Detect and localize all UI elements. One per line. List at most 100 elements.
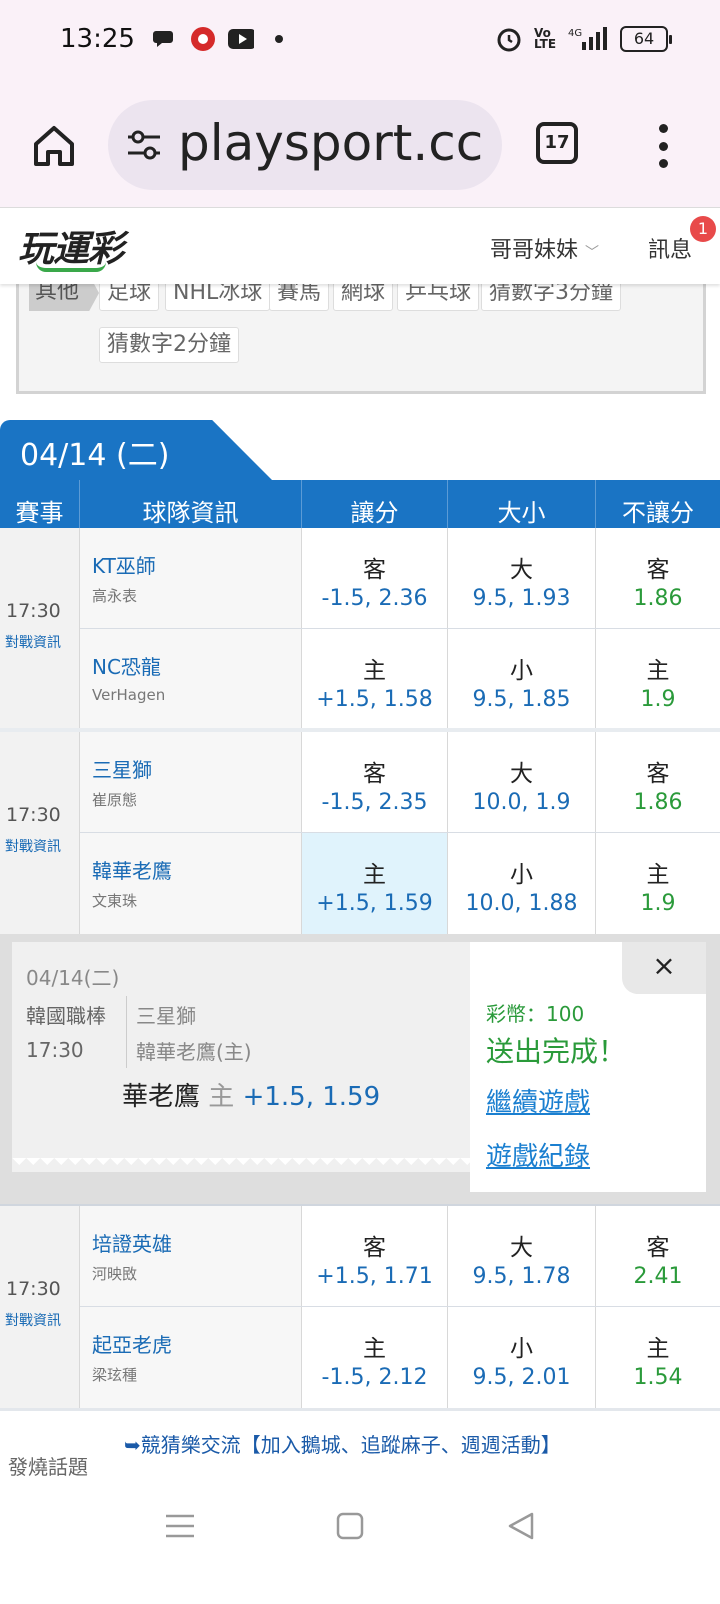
spread-odds[interactable]: 主 -1.5, 2.12 xyxy=(302,1307,448,1408)
home-nav-icon[interactable] xyxy=(330,1506,370,1546)
team-name[interactable]: KT巫師 xyxy=(92,550,301,579)
user-menu[interactable]: 哥哥妹妹 ﹀ xyxy=(490,232,599,264)
volte-icon: Vo LTE xyxy=(533,26,557,51)
match-time-cell: 17:30 對戰資訊 xyxy=(0,528,80,730)
hot-topic-link[interactable]: ➥競猜樂交流【加入鵝城、追蹤麻子、週週活動】 xyxy=(124,1429,561,1458)
date-tab[interactable]: 04/14 (二) xyxy=(0,420,272,480)
ticket-away-team: 三星獅 xyxy=(136,1004,196,1028)
system-navigation-bar xyxy=(0,1476,720,1604)
bet-ticket: 04/14(二) 韓國職棒 17:30 三星獅 韓華老鷹(主) 華老鷹 主 +1… xyxy=(12,942,470,1172)
chevron-down-icon: ﹀ xyxy=(585,245,600,261)
app-icon xyxy=(190,26,216,52)
ticket-date: 04/14(二) xyxy=(26,966,120,990)
total-odds[interactable]: 大 9.5, 1.78 xyxy=(448,1206,596,1306)
browser-toolbar: playsport.cc 17 xyxy=(0,84,720,208)
moneyline-odds[interactable]: 主 1.9 xyxy=(596,629,720,730)
pitcher-name: 梁玹種 xyxy=(92,1366,138,1384)
team-info: 培證英雄 河映敃 xyxy=(80,1206,302,1306)
confirmation-actions: × 彩幣：100 送出完成！ 繼續遊戲 遊戲紀錄 xyxy=(470,942,706,1192)
spread-odds[interactable]: 客 -1.5, 2.35 xyxy=(302,732,448,832)
match-row: 17:30 對戰資訊 KT巫師 高永表 客 -1.5, 2.36 大 9.5, 1.… xyxy=(0,528,720,730)
home-row: NC恐龍 VerHagen 主 +1.5, 1.58 小 9.5, 1.85 主 1.… xyxy=(80,629,720,730)
pitcher-name: VerHagen xyxy=(92,686,166,704)
category-filter: 其他 足球 NHL冰球 賽馬 網球 乒乓球 猜數字3分鐘 猜數字2分鐘 xyxy=(16,270,706,394)
message-badge: 1 xyxy=(690,216,716,242)
away-row: KT巫師 高永表 客 -1.5, 2.36 大 9.5, 1.93 客 1.86 xyxy=(80,528,720,629)
site-settings-icon[interactable] xyxy=(126,128,162,162)
match-info-link[interactable]: 對戰資訊 xyxy=(5,1310,61,1330)
total-odds[interactable]: 大 9.5, 1.93 xyxy=(448,528,596,628)
status-bar: 13:25 Vo LTE 4G 64 xyxy=(0,0,720,84)
team-name[interactable]: 三星獅 xyxy=(92,754,301,783)
team-info: 三星獅 崔原態 xyxy=(80,732,302,832)
match-row: 17:30 對戰資訊 培證英雄 河映敃 客 +1.5, 1.71 大 9.5, 1.… xyxy=(0,1204,720,1408)
messages-link[interactable]: 訊息 xyxy=(648,232,692,264)
match-time-cell: 17:30 對戰資訊 xyxy=(0,1206,80,1408)
category-chip[interactable]: 猜數字2分鐘 xyxy=(99,327,239,363)
spread-odds[interactable]: 客 -1.5, 2.36 xyxy=(302,528,448,628)
youtube-icon xyxy=(228,26,254,52)
home-row: 起亞老虎 梁玹種 主 -1.5, 2.12 小 9.5, 2.01 主 1.54 xyxy=(80,1307,720,1408)
moneyline-odds[interactable]: 客 1.86 xyxy=(596,732,720,832)
team-name[interactable]: NC恐龍 xyxy=(92,651,301,680)
team-info: NC恐龍 VerHagen xyxy=(80,629,302,730)
pitcher-name: 河映敃 xyxy=(92,1265,138,1283)
home-icon[interactable] xyxy=(30,122,78,170)
alarm-icon xyxy=(496,26,522,52)
ticket-home-team: 韓華老鷹(主) xyxy=(136,1040,252,1064)
back-icon[interactable] xyxy=(500,1506,540,1546)
moneyline-odds[interactable]: 客 1.86 xyxy=(596,528,720,628)
moneyline-odds[interactable]: 主 1.54 xyxy=(596,1307,720,1408)
game-history-link[interactable]: 遊戲紀錄 xyxy=(486,1136,590,1173)
ticket-torn-edge xyxy=(12,1158,470,1172)
pick-side: 主 xyxy=(208,1082,235,1112)
match-row: 17:30 對戰資訊 三星獅 崔原態 客 -1.5, 2.35 大 10.0, 1.… xyxy=(0,732,720,934)
match-info-link[interactable]: 對戰資訊 xyxy=(5,632,61,652)
total-odds[interactable]: 小 9.5, 2.01 xyxy=(448,1307,596,1408)
dot-icon xyxy=(266,26,292,52)
more-options-icon[interactable] xyxy=(656,124,670,168)
match-time: 17:30 xyxy=(6,804,61,826)
submit-success-text: 送出完成！ xyxy=(486,1035,627,1068)
team-name[interactable]: 韓華老鷹 xyxy=(92,855,301,884)
team-info: 起亞老虎 梁玹種 xyxy=(80,1307,302,1408)
ticket-time: 17:30 xyxy=(26,1038,84,1062)
pitcher-name: 崔原態 xyxy=(92,791,138,809)
match-time: 17:30 xyxy=(6,1278,61,1300)
ticket-pick: 華老鷹 主 +1.5, 1.59 xyxy=(122,1076,380,1113)
coin-amount: 彩幣：100 xyxy=(486,1002,585,1026)
total-odds[interactable]: 小 9.5, 1.85 xyxy=(448,629,596,730)
hot-topics: 發燒話題 ➥競猜樂交流【加入鵝城、追蹤麻子、週週活動】 xyxy=(0,1408,720,1482)
recent-apps-icon[interactable] xyxy=(160,1506,200,1546)
logo-swoosh xyxy=(36,262,106,272)
ticket-league: 韓國職棒 xyxy=(26,1004,106,1028)
home-row: 韓華老鷹 文東珠 主 +1.5, 1.59 小 10.0, 1.88 主 1.9 xyxy=(80,833,720,934)
spread-odds-selected[interactable]: 主 +1.5, 1.59 xyxy=(302,833,448,934)
total-odds[interactable]: 大 10.0, 1.9 xyxy=(448,732,596,832)
user-name: 哥哥妹妹 xyxy=(490,238,579,263)
battery-indicator: 64 xyxy=(620,26,672,52)
moneyline-odds[interactable]: 主 1.9 xyxy=(596,833,720,934)
team-info: KT巫師 高永表 xyxy=(80,528,302,628)
away-row: 培證英雄 河映敃 客 +1.5, 1.71 大 9.5, 1.78 客 2.41 xyxy=(80,1206,720,1307)
match-time-cell: 17:30 對戰資訊 xyxy=(0,732,80,934)
spread-odds[interactable]: 客 +1.5, 1.71 xyxy=(302,1206,448,1306)
clock: 13:25 xyxy=(60,24,135,54)
signal-icon: 4G xyxy=(568,26,608,52)
spread-odds[interactable]: 主 +1.5, 1.58 xyxy=(302,629,448,730)
team-name[interactable]: 培證英雄 xyxy=(92,1228,301,1257)
chat-bubble-icon xyxy=(152,26,178,52)
svg-text:4G: 4G xyxy=(568,28,582,39)
team-info: 韓華老鷹 文東珠 xyxy=(80,833,302,934)
close-button[interactable]: × xyxy=(622,942,706,994)
bet-confirmation-panel: 04/14(二) 韓國職棒 17:30 三星獅 韓華老鷹(主) 華老鷹 主 +1… xyxy=(0,934,720,1204)
total-odds[interactable]: 小 10.0, 1.88 xyxy=(448,833,596,934)
url-bar[interactable]: playsport.cc xyxy=(108,100,502,190)
team-name[interactable]: 起亞老虎 xyxy=(92,1329,301,1358)
continue-game-link[interactable]: 繼續遊戲 xyxy=(486,1082,590,1119)
pick-team: 華老鷹 xyxy=(122,1082,201,1112)
moneyline-odds[interactable]: 客 2.41 xyxy=(596,1206,720,1306)
pitcher-name: 文東珠 xyxy=(92,892,138,910)
tab-switcher-button[interactable]: 17 xyxy=(536,122,578,164)
match-info-link[interactable]: 對戰資訊 xyxy=(5,836,61,856)
